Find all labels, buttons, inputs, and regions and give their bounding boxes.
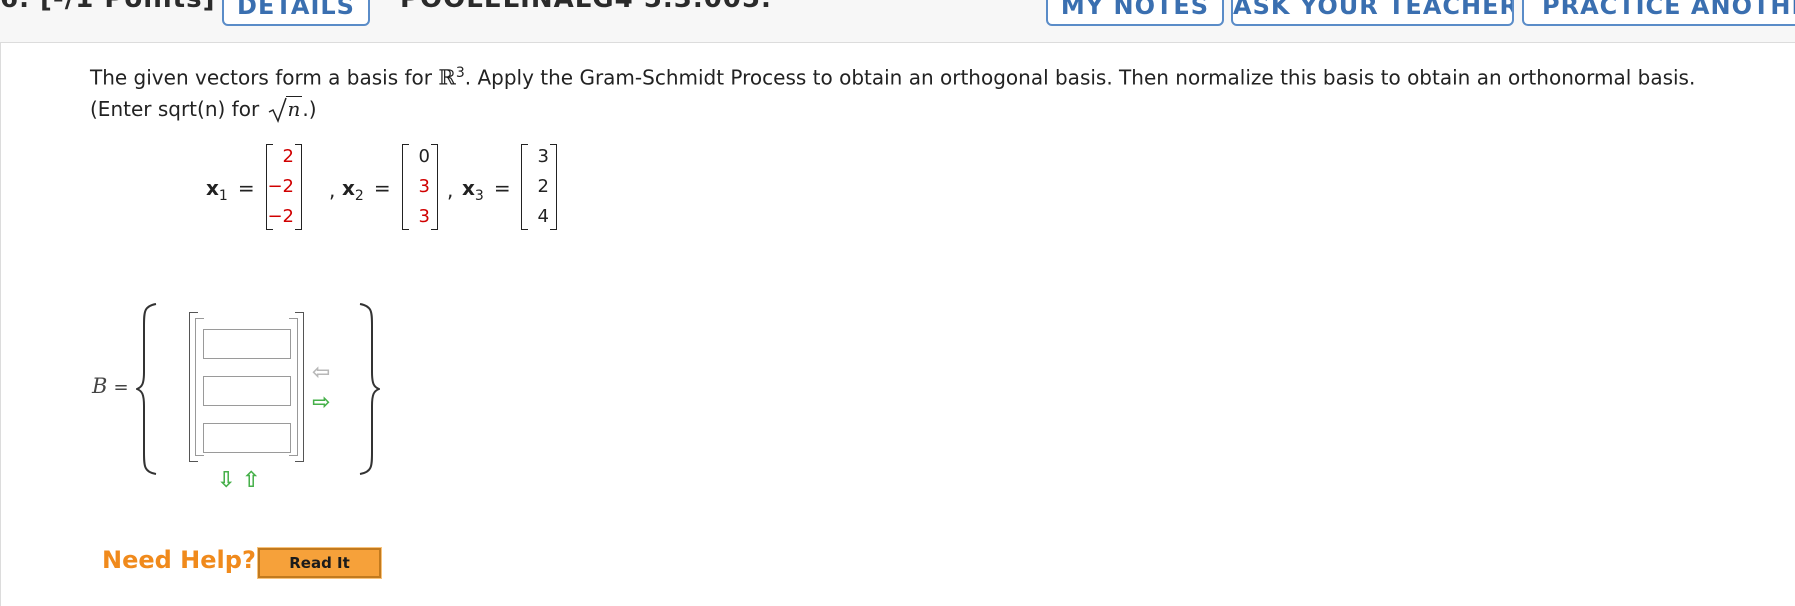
vector-x3-entry: 3 (537, 146, 549, 167)
practice-another-button[interactable]: PRACTICE ANOTHER (1522, 0, 1795, 26)
comma: , (329, 178, 336, 202)
real-numbers-symbol: ℝ (438, 65, 456, 90)
dimension-exponent: 3 (455, 65, 465, 81)
vector-x1-entry: −2 (267, 206, 294, 227)
question-card (0, 42, 1795, 606)
need-help-label: Need Help? (102, 546, 256, 574)
prompt-text-end: .) (302, 96, 317, 121)
prompt-text: The given vectors form a basis for (90, 65, 439, 90)
sqrt-symbol: n (268, 94, 303, 125)
vector-x2-label: x2 = (342, 176, 391, 204)
add-column-arrow-icon[interactable]: ⇨ (312, 392, 330, 414)
vector-x1-label: x1 = (206, 176, 255, 204)
question-header-bar: 6. [-/1 Points] DETAILS POOLELINALG4 5.3… (0, 0, 1795, 43)
read-it-button[interactable]: Read It (257, 547, 382, 579)
basis-vector-entry-1[interactable] (203, 329, 291, 359)
vector-x3-label: x3 = (462, 176, 511, 204)
basis-vector-entry-3[interactable] (203, 423, 291, 453)
left-brace-icon (136, 303, 157, 475)
vector-x2-matrix: 0 3 3 (402, 144, 438, 230)
vector-x3-entry: 4 (537, 206, 549, 227)
right-brace-icon (359, 303, 380, 475)
basis-vector-entry-2[interactable] (203, 376, 291, 406)
sqrt-argument: n (285, 95, 303, 121)
vector-x2-entry: 3 (418, 176, 430, 197)
vector-x1-entry: −2 (267, 176, 294, 197)
remove-column-arrow-icon[interactable]: ⇦ (312, 362, 330, 384)
question-points: 6. [-/1 Points] (0, 0, 215, 14)
vector-x3-matrix: 3 2 4 (521, 144, 557, 230)
vector-x3-entry: 2 (537, 176, 549, 197)
remove-row-arrow-icon[interactable]: ⇧ (242, 470, 260, 492)
vector-x1-entry: 2 (282, 146, 294, 167)
details-button[interactable]: DETAILS (222, 0, 370, 26)
comma: , (447, 178, 454, 202)
problem-code: POOLELINALG4 5.3.005. (400, 0, 772, 14)
basis-label: B = (92, 374, 129, 398)
add-row-arrow-icon[interactable]: ⇩ (217, 470, 235, 492)
ask-your-teacher-button[interactable]: ASK YOUR TEACHER (1231, 0, 1514, 26)
my-notes-button[interactable]: MY NOTES (1046, 0, 1224, 26)
question-prompt: The given vectors form a basis for ℝ3. A… (90, 58, 1760, 125)
vector-x2-entry: 0 (418, 146, 430, 167)
vector-x1-matrix: 2 −2 −2 (266, 144, 302, 230)
vector-x2-entry: 3 (418, 206, 430, 227)
